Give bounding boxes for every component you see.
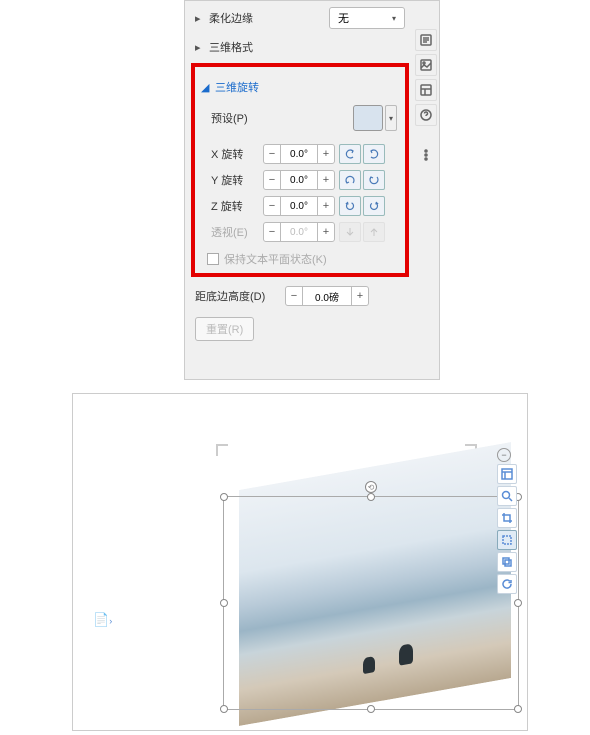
resize-handle[interactable] (220, 493, 228, 501)
arrow-down-icon (339, 222, 361, 242)
soft-edge-value: 无 (338, 10, 349, 26)
format-3d-label: 三维格式 (209, 39, 253, 55)
layout-icon[interactable] (415, 79, 437, 101)
ground-height-input[interactable] (303, 286, 351, 306)
format-3d-row[interactable]: ▸ 三维格式 (185, 35, 415, 59)
rotate-down-icon[interactable] (363, 170, 385, 190)
z-rot-spinner: − + (263, 196, 335, 216)
decrement-button[interactable]: − (285, 286, 303, 306)
resize-handle[interactable] (367, 493, 375, 501)
side-toolbar (413, 26, 439, 169)
checkbox-icon[interactable] (207, 253, 219, 265)
crop-tool-icon[interactable] (497, 508, 517, 528)
selection-frame[interactable]: ⟲ (223, 496, 519, 710)
decrement-button[interactable]: − (263, 170, 281, 190)
document-canvas: ⟲ 📄› − (72, 393, 528, 731)
preset-dropdown[interactable]: ▾ (385, 105, 397, 131)
x-rot-spinner: − + (263, 144, 335, 164)
keep-flat-label: 保持文本平面状态(K) (224, 251, 327, 267)
properties-icon[interactable] (415, 29, 437, 51)
more-icon[interactable] (415, 144, 437, 166)
rotate-up-icon[interactable] (339, 170, 361, 190)
expand-icon[interactable]: ▸ (195, 12, 205, 25)
resize-handle[interactable] (220, 599, 228, 607)
perspective-label: 透视(E) (203, 224, 259, 240)
z-rotation-row: Z 旋转 − + (199, 193, 401, 219)
soft-edge-dropdown[interactable]: 无 ▾ (329, 7, 405, 29)
rotate-left-icon[interactable] (339, 144, 361, 164)
preset-label: 预设(P) (203, 110, 259, 126)
y-rot-input[interactable] (281, 170, 317, 190)
panel-content: ▸ 柔化边缘 无 ▾ ▸ 三维格式 ◢ 三维旋转 预设(P) ▾ (185, 1, 415, 381)
y-rot-label: Y 旋转 (203, 172, 259, 188)
expand-icon: ▸ (195, 41, 205, 54)
keep-flat-row[interactable]: 保持文本平面状态(K) (199, 245, 401, 269)
x-rot-label: X 旋转 (203, 146, 259, 162)
selection-tool-icon[interactable] (497, 530, 517, 550)
decrement-button[interactable]: − (263, 196, 281, 216)
perspective-direction-buttons (339, 222, 385, 242)
rotate-right-icon[interactable] (363, 144, 385, 164)
resize-handle[interactable] (367, 705, 375, 713)
picture-icon[interactable] (415, 54, 437, 76)
chevron-down-icon: ▾ (392, 14, 396, 23)
resize-handle[interactable] (514, 599, 522, 607)
rotate-handle-icon[interactable]: ⟲ (365, 481, 377, 493)
ground-height-spinner: − + (285, 286, 369, 306)
layout-tool-icon[interactable] (497, 464, 517, 484)
x-rot-input[interactable] (281, 144, 317, 164)
perspective-input (281, 222, 317, 242)
soft-edge-label: 柔化边缘 (209, 10, 253, 26)
z-rot-input[interactable] (281, 196, 317, 216)
resize-handle[interactable] (514, 705, 522, 713)
page-indicator-icon[interactable]: 📄› (93, 612, 112, 628)
page-area[interactable]: ⟲ (151, 402, 511, 722)
resize-handle[interactable] (220, 705, 228, 713)
y-rot-spinner: − + (263, 170, 335, 190)
reset-button[interactable]: 重置(R) (195, 317, 254, 341)
arrow-up-icon (363, 222, 385, 242)
zoom-tool-icon[interactable] (497, 486, 517, 506)
z-rot-label: Z 旋转 (203, 198, 259, 214)
ground-height-row: 距底边高度(D) − + (185, 281, 415, 311)
copy-tool-icon[interactable] (497, 552, 517, 572)
soft-edge-row: ▸ 柔化边缘 无 ▾ (185, 1, 415, 35)
increment-button[interactable]: + (317, 170, 335, 190)
zoom-out-icon[interactable]: − (497, 448, 511, 462)
canvas-toolbar: − (497, 448, 519, 596)
preset-swatch[interactable] (353, 105, 383, 131)
perspective-row: 透视(E) − + (199, 219, 401, 245)
y-rotation-row: Y 旋转 − + (199, 167, 401, 193)
decrement-button: − (263, 222, 281, 242)
crop-mark-tl (216, 444, 228, 456)
z-rot-direction-buttons (339, 196, 385, 216)
increment-button: + (317, 222, 335, 242)
increment-button[interactable]: + (317, 196, 335, 216)
refresh-tool-icon[interactable] (497, 574, 517, 594)
perspective-spinner: − + (263, 222, 335, 242)
rotate-ccw-icon[interactable] (339, 196, 361, 216)
format-pane: ▸ 柔化边缘 无 ▾ ▸ 三维格式 ◢ 三维旋转 预设(P) ▾ (184, 0, 440, 380)
x-rotation-row: X 旋转 − + (199, 141, 401, 167)
rotate-cw-icon[interactable] (363, 196, 385, 216)
x-rot-direction-buttons (339, 144, 385, 164)
decrement-button[interactable]: − (263, 144, 281, 164)
highlighted-section: ◢ 三维旋转 预设(P) ▾ X 旋转 − + (191, 63, 409, 277)
rotation-3d-row[interactable]: ◢ 三维旋转 (199, 75, 401, 99)
collapse-icon: ◢ (201, 81, 211, 94)
preset-row: 预设(P) ▾ (199, 99, 401, 141)
increment-button[interactable]: + (317, 144, 335, 164)
help-icon[interactable] (415, 104, 437, 126)
y-rot-direction-buttons (339, 170, 385, 190)
increment-button[interactable]: + (351, 286, 369, 306)
rotation-3d-label: 三维旋转 (215, 79, 259, 95)
ground-height-label: 距底边高度(D) (195, 288, 281, 304)
